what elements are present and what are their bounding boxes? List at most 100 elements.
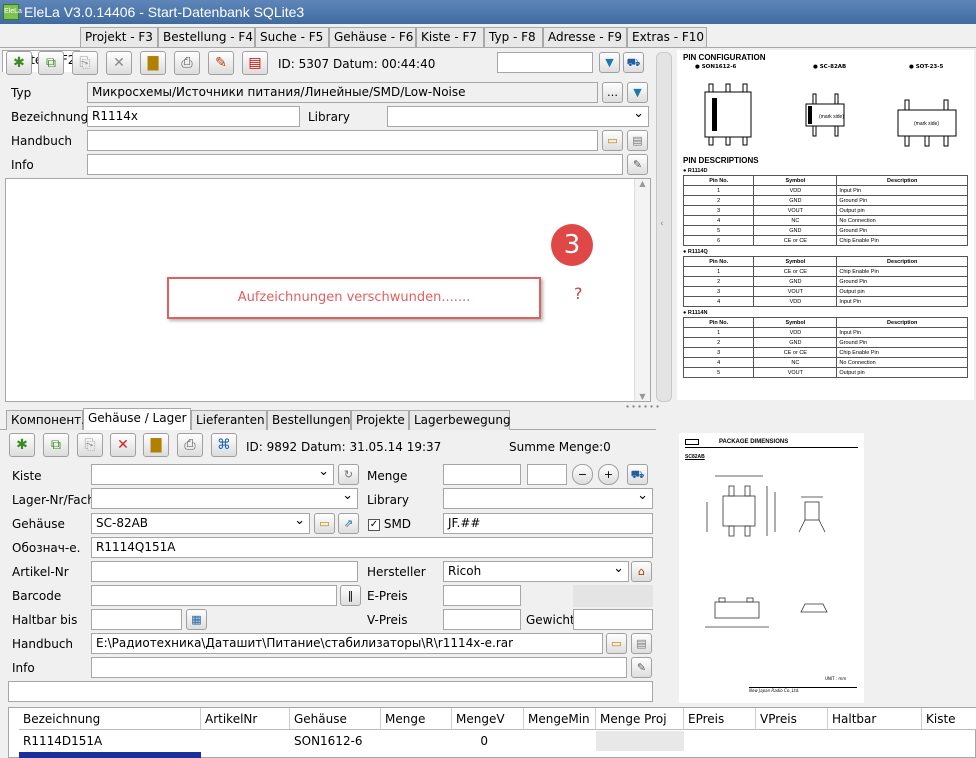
lager-print-icon[interactable]: ⎙: [177, 433, 203, 457]
vertical-splitter[interactable]: ‹: [656, 52, 672, 402]
info-field[interactable]: [87, 154, 623, 175]
haltbar-field[interactable]: [91, 609, 182, 630]
paste-icon[interactable]: ⎘: [72, 51, 98, 75]
lager-memo[interactable]: [8, 681, 653, 702]
lager-cart-icon[interactable]: ⛟: [627, 464, 648, 485]
lagernr-select[interactable]: [91, 488, 358, 509]
tab-suche[interactable]: Suche - F5: [255, 27, 329, 47]
menge-step-field[interactable]: [527, 464, 567, 485]
tab-projekt[interactable]: Projekt - F3: [80, 27, 158, 47]
grid-header[interactable]: Menge: [381, 708, 452, 730]
selected-row-highlight[interactable]: [19, 752, 201, 758]
grid-header[interactable]: VPreis: [756, 708, 828, 730]
tab-kiste[interactable]: Kiste - F7: [416, 27, 484, 47]
copy-icon[interactable]: ⧉: [38, 51, 64, 75]
barcode-field[interactable]: [91, 585, 337, 606]
subtab-lagerbewegung[interactable]: Lagerbewegung: [409, 410, 511, 430]
hersteller-home-icon[interactable]: ⌂: [631, 561, 652, 582]
lager-folder-icon[interactable]: ▭: [606, 633, 627, 654]
grid-header[interactable]: MengeV: [452, 708, 524, 730]
gehaeuse-link-icon[interactable]: ⇗: [338, 513, 359, 534]
report-icon[interactable]: ▤: [242, 51, 268, 75]
lager-edit-info-icon[interactable]: ✎: [631, 657, 652, 678]
subtab-komponent[interactable]: Компонент.: [6, 410, 85, 430]
menge-field[interactable]: [443, 464, 521, 485]
grid-cell[interactable]: [596, 731, 684, 751]
grid-cell[interactable]: R1114D151A: [19, 731, 201, 751]
lager-handbuch-field[interactable]: E:\Радиотехника\Даташит\Питание\стабилиз…: [91, 633, 603, 654]
kiste-select[interactable]: [91, 464, 334, 485]
edit-icon[interactable]: ✎: [208, 51, 234, 75]
lager-new-icon[interactable]: ✱: [9, 433, 35, 457]
typ-field[interactable]: Микросхемы/Источники питания/Линейные/SM…: [87, 82, 598, 103]
search-input[interactable]: [497, 52, 593, 73]
lager-delete-icon[interactable]: ✕: [110, 433, 136, 457]
handbuch-field[interactable]: [87, 130, 598, 151]
cart-icon[interactable]: ⛟: [623, 52, 644, 73]
oboz-field[interactable]: R1114Q151A: [91, 537, 653, 558]
grid-cell[interactable]: [524, 731, 596, 751]
grid-header[interactable]: Kiste: [922, 708, 976, 730]
lager-paste-icon[interactable]: ⎘: [77, 433, 103, 457]
grid-cell[interactable]: SON1612-6: [290, 731, 381, 751]
save-icon[interactable]: ▇: [140, 51, 166, 75]
new-icon[interactable]: ✱: [6, 51, 32, 75]
grid-cell[interactable]: [684, 731, 756, 751]
delete-icon[interactable]: ✕: [106, 51, 132, 75]
subtab-gehaeuse-lager[interactable]: Gehäuse / Lager: [83, 408, 191, 430]
filter-icon[interactable]: ▼: [599, 52, 620, 73]
artikel-field[interactable]: [91, 561, 358, 582]
lager-document-icon[interactable]: ▤: [631, 633, 652, 654]
memo-scrollbar[interactable]: ▲ ▼: [634, 179, 650, 401]
lager-library-select[interactable]: [443, 488, 653, 509]
grid-header[interactable]: Menge Proj: [596, 708, 684, 730]
bezeichnung-field[interactable]: R1114x: [87, 106, 300, 127]
grid-cell[interactable]: [756, 731, 828, 751]
grid-header[interactable]: EPreis: [684, 708, 756, 730]
parts-grid[interactable]: Bezeichnung ArtikelNr Gehäuse Menge MengeV Me…: [8, 707, 976, 758]
grid-header[interactable]: Haltbar: [828, 708, 922, 730]
tab-typ[interactable]: Typ - F8: [484, 27, 543, 47]
library-select[interactable]: [387, 106, 649, 127]
kiste-action-icon[interactable]: ↻: [338, 464, 359, 485]
subtab-lieferanten[interactable]: Lieferanten: [191, 410, 267, 430]
grid-cell[interactable]: [201, 731, 290, 751]
grid-cell[interactable]: [828, 731, 922, 751]
smd-checkbox[interactable]: ✓ SMD: [368, 517, 411, 531]
gewicht-field[interactable]: [573, 609, 653, 630]
subtab-bestellungen[interactable]: Bestellungen: [267, 410, 351, 430]
smd-field[interactable]: JF.##: [443, 513, 653, 534]
grid-header[interactable]: Gehäuse: [290, 708, 381, 730]
lager-copy-icon[interactable]: ⧉: [43, 433, 69, 457]
print-icon[interactable]: ⎙: [174, 51, 200, 75]
folder-icon[interactable]: ▭: [602, 130, 623, 151]
grid-cell[interactable]: [922, 731, 976, 751]
lager-info-field[interactable]: [91, 657, 627, 678]
tab-adresse[interactable]: Adresse - F9: [543, 27, 627, 47]
typ-browse-button[interactable]: …: [602, 82, 623, 103]
grid-header[interactable]: Bezeichnung: [19, 708, 201, 730]
typ-filter-icon[interactable]: ▼: [627, 82, 648, 103]
hersteller-select[interactable]: Ricoh: [443, 561, 629, 582]
plus-button[interactable]: +: [598, 464, 619, 485]
barcode-icon[interactable]: ‖: [340, 585, 361, 606]
vpreis-field[interactable]: [443, 609, 521, 630]
tab-gehaeuse[interactable]: Gehäuse - F6: [329, 27, 416, 47]
minus-button[interactable]: −: [572, 464, 593, 485]
gehaeuse-folder-icon[interactable]: ▭: [314, 513, 335, 534]
gehaeuse-select[interactable]: SC-82AB: [91, 513, 310, 534]
scroll-down-icon[interactable]: ▼: [635, 392, 650, 401]
subtab-projekte[interactable]: Projekte: [351, 410, 409, 430]
grid-header[interactable]: ArtikelNr: [201, 708, 290, 730]
smd-check-icon[interactable]: ✓: [368, 518, 380, 531]
scroll-up-icon[interactable]: ▲: [635, 179, 650, 188]
lager-save-icon[interactable]: ▇: [143, 433, 169, 457]
epreis-field[interactable]: [443, 585, 521, 606]
tab-bestellung[interactable]: Bestellung - F4: [158, 27, 255, 47]
grid-cell[interactable]: [381, 731, 452, 751]
tab-extras[interactable]: Extras - F10: [627, 27, 707, 47]
calendar-icon[interactable]: ▦: [186, 609, 207, 630]
document-icon[interactable]: ▤: [627, 130, 648, 151]
lager-network-icon[interactable]: ⌘: [211, 433, 237, 457]
grid-header[interactable]: MengeMin: [524, 708, 596, 730]
